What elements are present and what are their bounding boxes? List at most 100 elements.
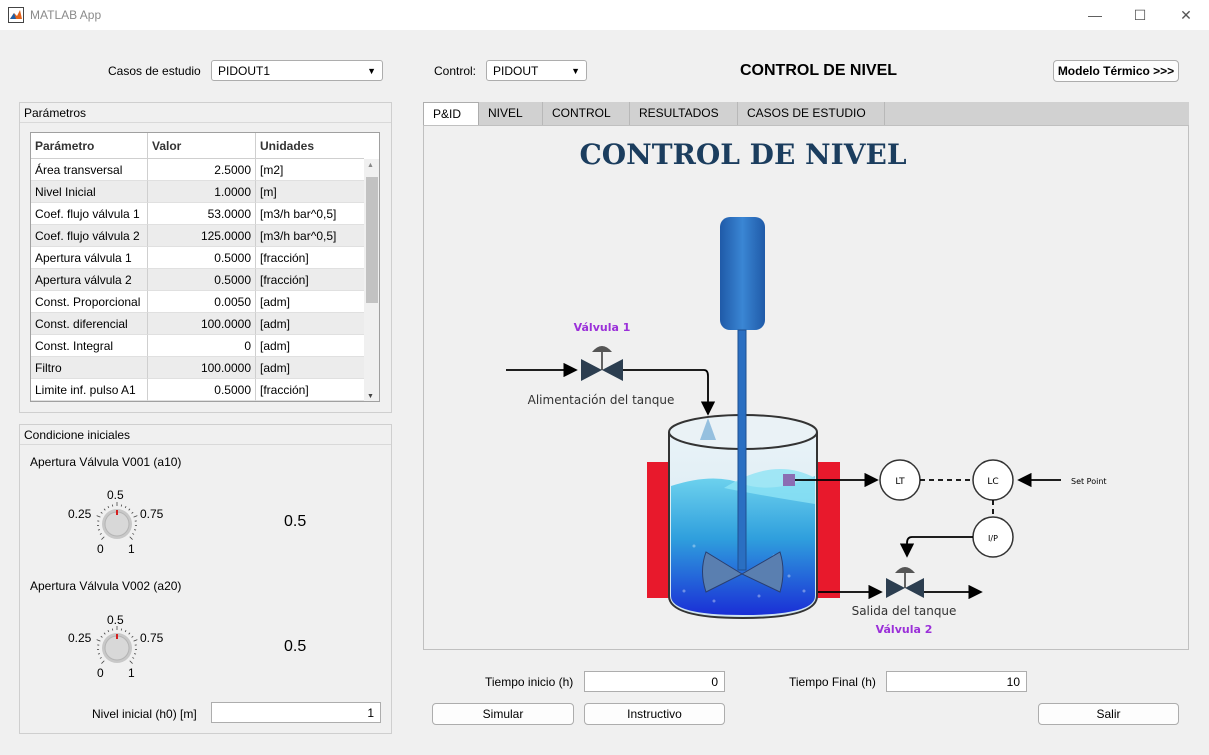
table-row[interactable]: Const. diferencial 100.0000 [adm] (31, 313, 364, 335)
parametros-table[interactable]: Parámetro Valor Unidades Área transversa… (30, 132, 380, 402)
cell-valor[interactable]: 53.0000 (148, 203, 256, 225)
tab-bar: P&ID NIVEL CONTROL RESULTADOS CASOS DE E… (423, 102, 1189, 126)
cell-parametro: Apertura válvula 1 (31, 247, 148, 269)
knob1-tick-025: 0.25 (68, 507, 92, 521)
matlab-icon (8, 7, 24, 23)
table-row[interactable]: Nivel Inicial 1.0000 [m] (31, 181, 364, 203)
parametros-title: Parámetros (24, 106, 87, 120)
pid-diagram: CONTROL DE NIVEL Válvula 1 Alimentación … (506, 138, 1107, 636)
cell-valor[interactable]: 1.0000 (148, 181, 256, 203)
control-dropdown[interactable]: PIDOUT ▼ (486, 60, 587, 81)
scroll-down-icon[interactable]: ▼ (367, 393, 374, 400)
cell-valor[interactable]: 100.0000 (148, 313, 256, 335)
minimize-button[interactable]: — (1072, 0, 1118, 30)
table-row[interactable]: Apertura válvula 1 0.5000 [fracción] (31, 247, 364, 269)
valve1-icon (581, 346, 623, 381)
lt-label: LT (895, 477, 905, 487)
signal-line-ip-valve (899, 536, 973, 558)
table-row[interactable]: Filtro 100.0000 [adm] (31, 357, 364, 379)
cell-valor[interactable]: 0.5000 (148, 379, 256, 401)
maximize-button[interactable]: ☐ (1117, 0, 1163, 30)
cell-valor[interactable]: 0 (148, 335, 256, 357)
valve-v001-knob[interactable]: 0.5 0.25 0.75 0 1 (62, 487, 192, 557)
table-row[interactable]: Const. Proporcional 0.0050 [adm] (31, 291, 364, 313)
tab-pid[interactable]: P&ID (423, 102, 479, 126)
table-row[interactable]: Área transversal 2.5000 [m2] (31, 159, 364, 181)
level-sensor (783, 474, 795, 486)
casos-dropdown[interactable]: PIDOUT1 ▼ (211, 60, 383, 81)
cell-parametro: Const. diferencial (31, 313, 148, 335)
close-icon: ✕ (1180, 6, 1192, 23)
tiempo-inicio-field[interactable]: 0 (584, 671, 725, 692)
column-header-parametro[interactable]: Parámetro (31, 133, 148, 159)
diagram-title: CONTROL DE NIVEL (579, 138, 906, 171)
cell-unidades: [m3/h bar^0,5] (256, 203, 364, 225)
knob2-tick-05: 0.5 (107, 613, 124, 627)
condiciones-title: Condicione iniciales (24, 428, 131, 442)
knob-dial-icon[interactable] (95, 502, 139, 546)
tab-resultados[interactable]: RESULTADOS (630, 102, 738, 126)
table-row[interactable]: Const. Integral 0 [adm] (31, 335, 364, 357)
tiempo-final-field[interactable]: 10 (886, 671, 1027, 692)
instructivo-button[interactable]: Instructivo (584, 703, 725, 725)
cell-parametro: Const. Proporcional (31, 291, 148, 313)
tab-nivel[interactable]: NIVEL (479, 102, 543, 126)
tiempo-final-label: Tiempo Final (h) (789, 675, 876, 689)
cell-valor[interactable]: 100.0000 (148, 357, 256, 379)
cell-valor[interactable]: 0.5000 (148, 247, 256, 269)
chevron-down-icon: ▼ (571, 65, 580, 76)
column-header-valor[interactable]: Valor (148, 133, 256, 159)
valve2-label: Válvula 2 (876, 623, 933, 636)
simular-button[interactable]: Simular (432, 703, 574, 725)
feed-line-out (623, 369, 716, 416)
heating-jacket-right (815, 462, 840, 598)
column-header-unidades[interactable]: Unidades (256, 133, 364, 159)
cell-valor[interactable]: 0.5000 (148, 269, 256, 291)
maximize-icon: ☐ (1133, 6, 1147, 23)
casos-label: Casos de estudio (108, 64, 201, 78)
table-row[interactable]: Coef. flujo válvula 1 53.0000 [m3/h bar^0,… (31, 203, 364, 225)
knob1-tick-05: 0.5 (107, 488, 124, 502)
window-title: MATLAB App (30, 8, 102, 22)
agitator-motor (720, 217, 765, 330)
knob-dial-icon[interactable] (95, 626, 139, 670)
table-scrollbar[interactable]: ▲ ▼ (364, 159, 379, 401)
cell-unidades: [m] (256, 181, 364, 203)
knob1-tick-075: 0.75 (140, 507, 164, 521)
knob2-tick-075: 0.75 (140, 631, 164, 645)
cell-unidades: [adm] (256, 291, 364, 313)
modelo-termico-button[interactable]: Modelo Térmico >>> (1053, 60, 1179, 82)
tab-control[interactable]: CONTROL (543, 102, 630, 126)
cell-valor[interactable]: 2.5000 (148, 159, 256, 181)
table-row[interactable]: Coef. flujo válvula 2 125.0000 [m3/h bar^0… (31, 225, 364, 247)
cell-parametro: Coef. flujo válvula 2 (31, 225, 148, 247)
knob1-label: Apertura Válvula V001 (a10) (30, 455, 182, 469)
tiempo-inicio-label: Tiempo inicio (h) (485, 675, 574, 689)
knob2-tick-025: 0.25 (68, 631, 92, 645)
feed-label: Alimentación del tanque (528, 393, 675, 407)
salir-button[interactable]: Salir (1038, 703, 1179, 725)
scrollbar-thumb[interactable] (366, 177, 378, 303)
panel-divider (20, 444, 391, 445)
table-header: Parámetro Valor Unidades (31, 133, 364, 159)
nivel-inicial-field[interactable]: 1 (211, 702, 381, 723)
tab-casos-estudio[interactable]: CASOS DE ESTUDIO (738, 102, 885, 126)
cell-parametro: Coef. flujo válvula 1 (31, 203, 148, 225)
valve-v002-knob[interactable]: 0.5 0.25 0.75 0 1 (62, 612, 192, 682)
table-row[interactable]: Apertura válvula 2 0.5000 [fracción] (31, 269, 364, 291)
lc-label: LC (987, 477, 998, 487)
cell-unidades: [m3/h bar^0,5] (256, 225, 364, 247)
cell-unidades: [adm] (256, 335, 364, 357)
cell-unidades: [adm] (256, 313, 364, 335)
cell-unidades: [m2] (256, 159, 364, 181)
cell-valor[interactable]: 125.0000 (148, 225, 256, 247)
scroll-up-icon[interactable]: ▲ (367, 162, 374, 169)
cell-unidades: [fracción] (256, 247, 364, 269)
minimize-icon: — (1088, 7, 1102, 23)
setpoint-label: Set Point (1071, 477, 1107, 486)
cell-parametro: Const. Integral (31, 335, 148, 357)
close-button[interactable]: ✕ (1163, 0, 1209, 30)
panel-divider (20, 122, 391, 123)
cell-valor[interactable]: 0.0050 (148, 291, 256, 313)
table-row[interactable]: Limite inf. pulso A1 0.5000 [fracción] (31, 379, 364, 401)
